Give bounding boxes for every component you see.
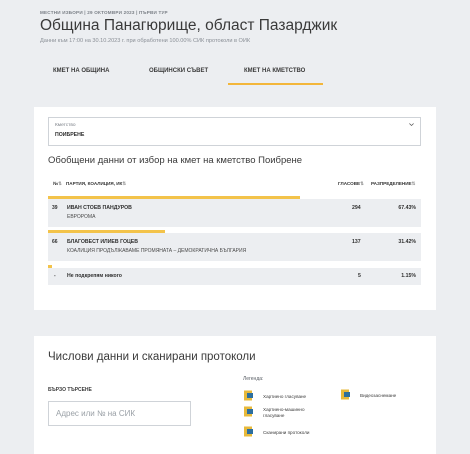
- candidate-name: БЛАГОВЕСТ ИЛИЕВ ГОЦЕВ: [67, 239, 138, 245]
- sort-icon: ⇅: [360, 181, 364, 186]
- tab-municipal-mayor[interactable]: КМЕТ НА ОБЩИНА: [53, 68, 109, 74]
- table-row[interactable]: 39 ИВАН СТОЕВ ПАНДУРОВ ЕВРОРОМА 294 67.4…: [48, 199, 421, 227]
- sort-icon: ⇅: [58, 181, 62, 186]
- candidate-number: -: [54, 273, 56, 279]
- select-value: ПОИБРЕНЕ: [55, 132, 85, 138]
- candidate-number: 66: [52, 239, 58, 245]
- col-header-number[interactable]: №⇅: [53, 181, 62, 187]
- vote-count: 5: [358, 273, 361, 279]
- quick-search-label: БЪРЗО ТЪРСЕНЕ: [48, 387, 92, 393]
- chevron-down-icon: [409, 123, 414, 127]
- candidate-name: Не подкрепям никого: [67, 273, 122, 279]
- search-input[interactable]: [48, 401, 191, 426]
- vote-percent: 31.42%: [398, 239, 416, 245]
- legend-item-scanned: Сканирани протоколи: [263, 430, 310, 435]
- select-label: Кметство: [55, 123, 76, 128]
- col-header-votes[interactable]: ГЛАСОВЕ⇅: [338, 181, 364, 187]
- legend-item-video: Видеозаснемане: [360, 393, 397, 398]
- scanned-protocol-icon: [244, 426, 253, 437]
- candidate-name: ИВАН СТОЕВ ПАНДУРОВ: [67, 205, 132, 211]
- paper-machine-ballot-icon: [244, 406, 253, 417]
- vote-count: 294: [352, 205, 361, 211]
- data-timestamp: Данни към 17:00 на 30.10.2023 г. при обр…: [40, 38, 251, 44]
- vote-percent: 67.43%: [398, 205, 416, 211]
- sort-icon: ⇅: [122, 181, 127, 186]
- table-row[interactable]: 66 БЛАГОВЕСТ ИЛИЕВ ГОЦЕВ КОАЛИЦИЯ ПРОДЪЛ…: [48, 233, 421, 261]
- active-tab-indicator: [228, 83, 323, 85]
- tab-municipal-council[interactable]: ОБЩИНСКИ СЪВЕТ: [149, 68, 208, 74]
- table-row[interactable]: - Не подкрепям никого 5 1.15%: [48, 268, 421, 285]
- col-header-distribution[interactable]: РАЗПРЕДЕЛЕНИЕ⇅: [371, 181, 415, 187]
- party-name: ЕВРОРОМА: [67, 214, 96, 220]
- candidate-number: 39: [52, 205, 58, 211]
- video-recording-icon: [341, 389, 350, 400]
- mayoralty-select[interactable]: Кметство ПОИБРЕНЕ: [48, 117, 421, 146]
- legend-item-paper: Хартиено гласуване: [263, 394, 307, 399]
- results-title: Обобщени данни от избор на кмет на кметс…: [48, 155, 303, 166]
- party-name: КОАЛИЦИЯ ПРОДЪЛЖАВАМЕ ПРОМЯНАТА – ДЕМОКР…: [67, 248, 247, 254]
- page-title: Община Панагюрище, област Пазарджик: [40, 17, 338, 34]
- sort-icon: ⇅: [411, 181, 416, 186]
- col-header-party[interactable]: ПАРТИЯ, КОАЛИЦИЯ, ИК⇅: [66, 181, 126, 187]
- legend-item-paper-machine: Хартиено-машинно гласуване: [263, 407, 305, 418]
- paper-ballot-icon: [244, 390, 253, 401]
- tab-village-mayor[interactable]: КМЕТ НА КМЕТСТВО: [244, 68, 305, 74]
- vote-count: 137: [352, 239, 361, 245]
- legend-label: Легенда:: [243, 376, 264, 382]
- election-kicker: МЕСТНИ ИЗБОРИ | 29 ОКТОМВРИ 2023 | ПЪРВИ…: [40, 10, 168, 15]
- vote-percent: 1.15%: [401, 273, 416, 279]
- protocols-title: Числови данни и сканирани протоколи: [48, 351, 256, 363]
